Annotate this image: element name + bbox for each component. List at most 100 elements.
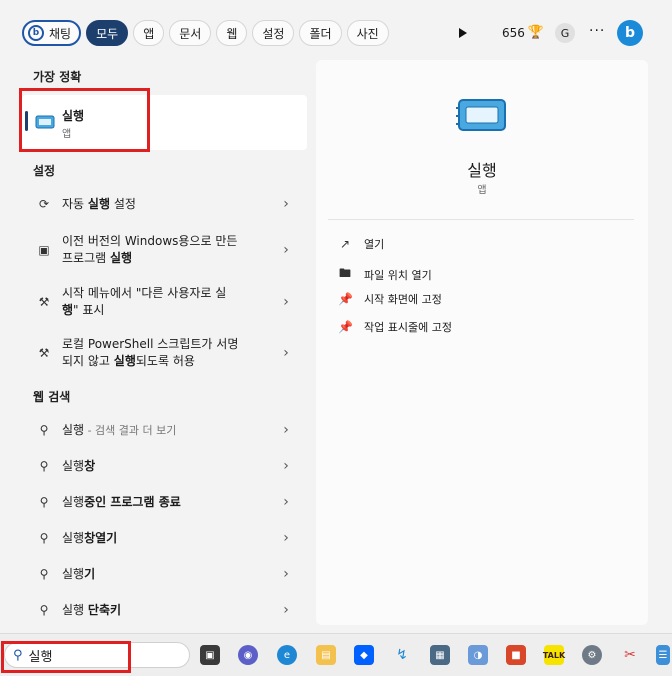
settings-item-run-as[interactable]: ⚒ 시작 메뉴에서 "다른 사용자로 실 행" 표시 › [22,284,307,320]
compatibility-icon: ▣ [38,243,50,257]
settings-item-compat[interactable]: ▣ 이전 버전의 Windows용으로 만든 프로그램 실행 › [22,232,307,268]
taskbar: ⚲ 실행 ▣ ◉ e ▤ ◆ ↯ ▦ ◑ ■ TALK ⚙ ✂ ☰ [0,633,672,676]
web-result-text: 실행 [62,422,85,437]
notepad-icon[interactable]: ☰ [656,645,670,665]
search-icon: ⚲ [39,567,49,581]
action-pin-to-taskbar[interactable]: 📌 작업 표시줄에 고정 [338,319,452,335]
dropbox-icon[interactable]: ◆ [354,645,374,665]
action-open-file-location[interactable]: 🖿 파일 위치 열기 [338,264,432,285]
settings-item-text: 로컬 PowerShell 스크립트가 서명 [62,337,239,351]
tab-settings[interactable]: 설정 [252,20,295,46]
detail-app-name: 실행 [467,161,497,180]
teams-chat-icon[interactable]: ◉ [238,645,258,665]
action-open[interactable]: ↗ 열기 [338,236,384,252]
kakaotalk-icon[interactable]: TALK [543,645,565,665]
settings-item-text: 설정 [110,196,136,211]
bing-icon[interactable]: b [617,20,643,46]
developer-settings-icon: ⚒ [38,346,50,360]
more-options-icon[interactable]: ··· [589,23,605,39]
divider [328,219,634,220]
settings-item-powershell[interactable]: ⚒ 로컬 PowerShell 스크립트가 서명 되지 않고 실행되도록 허용 … [22,335,307,371]
web-result-text: 실행 [62,530,85,545]
web-result-text: 실행 [62,566,85,581]
start-search-panel: b 채팅 모두 앱 문서 웹 설정 폴더 사진 656 🏆 G ··· b 가장… [0,0,672,633]
powershell-icon[interactable]: ↯ [392,645,412,665]
file-explorer-icon[interactable]: ▤ [316,645,336,665]
office-icon[interactable]: ■ [506,645,526,665]
filter-bar: b 채팅 모두 앱 문서 웹 설정 폴더 사진 [22,19,394,47]
task-view-icon[interactable]: ▣ [200,645,220,665]
trophy-icon: 🏆 [527,25,545,40]
open-external-icon: ↗ [339,237,351,251]
chevron-right-icon: › [283,494,289,510]
chevron-right-icon: › [283,345,289,361]
rewards-points[interactable]: 656 🏆 [502,25,544,40]
detail-app-type: 앱 [477,185,487,196]
settings-item-highlight: 행 [62,303,74,317]
chevron-right-icon: › [283,566,289,582]
web-result-text: 실행 [62,602,88,617]
chevron-right-icon: › [283,196,289,212]
autoplay-icon: ⟳ [38,197,50,211]
action-label: 파일 위치 열기 [364,268,432,282]
bing-chat-icon: b [28,25,44,41]
settings-item-text: " 표시 [73,303,105,317]
web-result-item[interactable]: ⚲ 실행중인 프로그램 종료 › [22,492,307,512]
edge-icon[interactable]: e [277,645,297,665]
web-result-suffix: - 검색 결과 더 보기 [84,423,177,437]
avatar[interactable]: G [555,23,575,43]
chevron-right-icon: › [283,294,289,310]
chat-filter-button[interactable]: b 채팅 [22,20,82,46]
action-label: 작업 표시줄에 고정 [364,321,452,334]
search-icon: ⚲ [39,603,49,617]
chevron-right-icon: › [283,530,289,546]
snipping-tool-icon[interactable]: ✂ [620,645,640,665]
settings-gear-icon[interactable]: ⚙ [582,645,602,665]
tab-apps[interactable]: 앱 [133,20,165,46]
tab-documents[interactable]: 문서 [169,20,212,46]
web-result-highlight: 창 [84,458,96,473]
tab-folders[interactable]: 폴더 [299,20,342,46]
web-result-highlight: 기 [84,566,96,581]
web-result-item[interactable]: ⚲ 실행 - 검색 결과 더 보기 › [22,420,307,440]
settings-section-title: 설정 [33,164,56,178]
web-result-text: 실행 [62,458,85,473]
chat-label: 채팅 [49,26,72,41]
search-icon: ⚲ [39,495,49,509]
highlight-box-best-match [19,88,150,152]
action-pin-to-start[interactable]: 📌 시작 화면에 고정 [338,291,442,307]
action-label: 시작 화면에 고정 [364,293,442,306]
settings-item-highlight: 실행 [109,251,133,265]
network-icon[interactable]: ◑ [468,645,488,665]
chevron-right-icon: › [283,458,289,474]
calculator-icon[interactable]: ▦ [430,645,450,665]
chevron-right-icon: › [283,242,289,258]
settings-item-autorun[interactable]: ⟳ 자동 실행 설정 › [22,194,307,214]
settings-item-text: 시작 메뉴에서 "다른 사용자로 실 [62,286,227,300]
pin-icon: 📌 [338,292,353,306]
tab-web[interactable]: 웹 [216,20,248,46]
search-icon: ⚲ [39,531,49,545]
settings-item-highlight: 실행 [87,196,110,211]
web-result-item[interactable]: ⚲ 실행창열기 › [22,528,307,548]
highlight-box-search [1,641,131,673]
web-search-title: 웹 검색 [33,390,71,404]
more-filters-play-icon[interactable] [459,28,467,38]
web-result-item[interactable]: ⚲ 실행창 › [22,456,307,476]
search-icon: ⚲ [39,423,49,437]
action-label: 열기 [364,238,385,251]
best-match-title: 가장 정확 [33,70,82,84]
chevron-right-icon: › [283,422,289,438]
web-result-item[interactable]: ⚲ 실행 단축키 › [22,600,307,620]
web-result-highlight: 창열기 [84,530,118,545]
settings-item-text: 이전 버전의 Windows용으로 만든 [62,234,238,248]
settings-item-text: 프로그램 [62,251,110,265]
tab-all[interactable]: 모두 [86,20,129,46]
folder-icon: 🖿 [338,266,351,280]
detail-pane: 실행 앱 ↗ 열기 🖿 파일 위치 열기 📌 시작 화면에 고정 📌 작업 표시… [316,60,648,625]
web-result-text: 실행 [62,494,85,509]
web-result-item[interactable]: ⚲ 실행기 › [22,564,307,584]
chevron-right-icon: › [283,602,289,618]
tab-photos[interactable]: 사진 [346,20,389,46]
settings-item-text: 자동 [62,196,88,211]
